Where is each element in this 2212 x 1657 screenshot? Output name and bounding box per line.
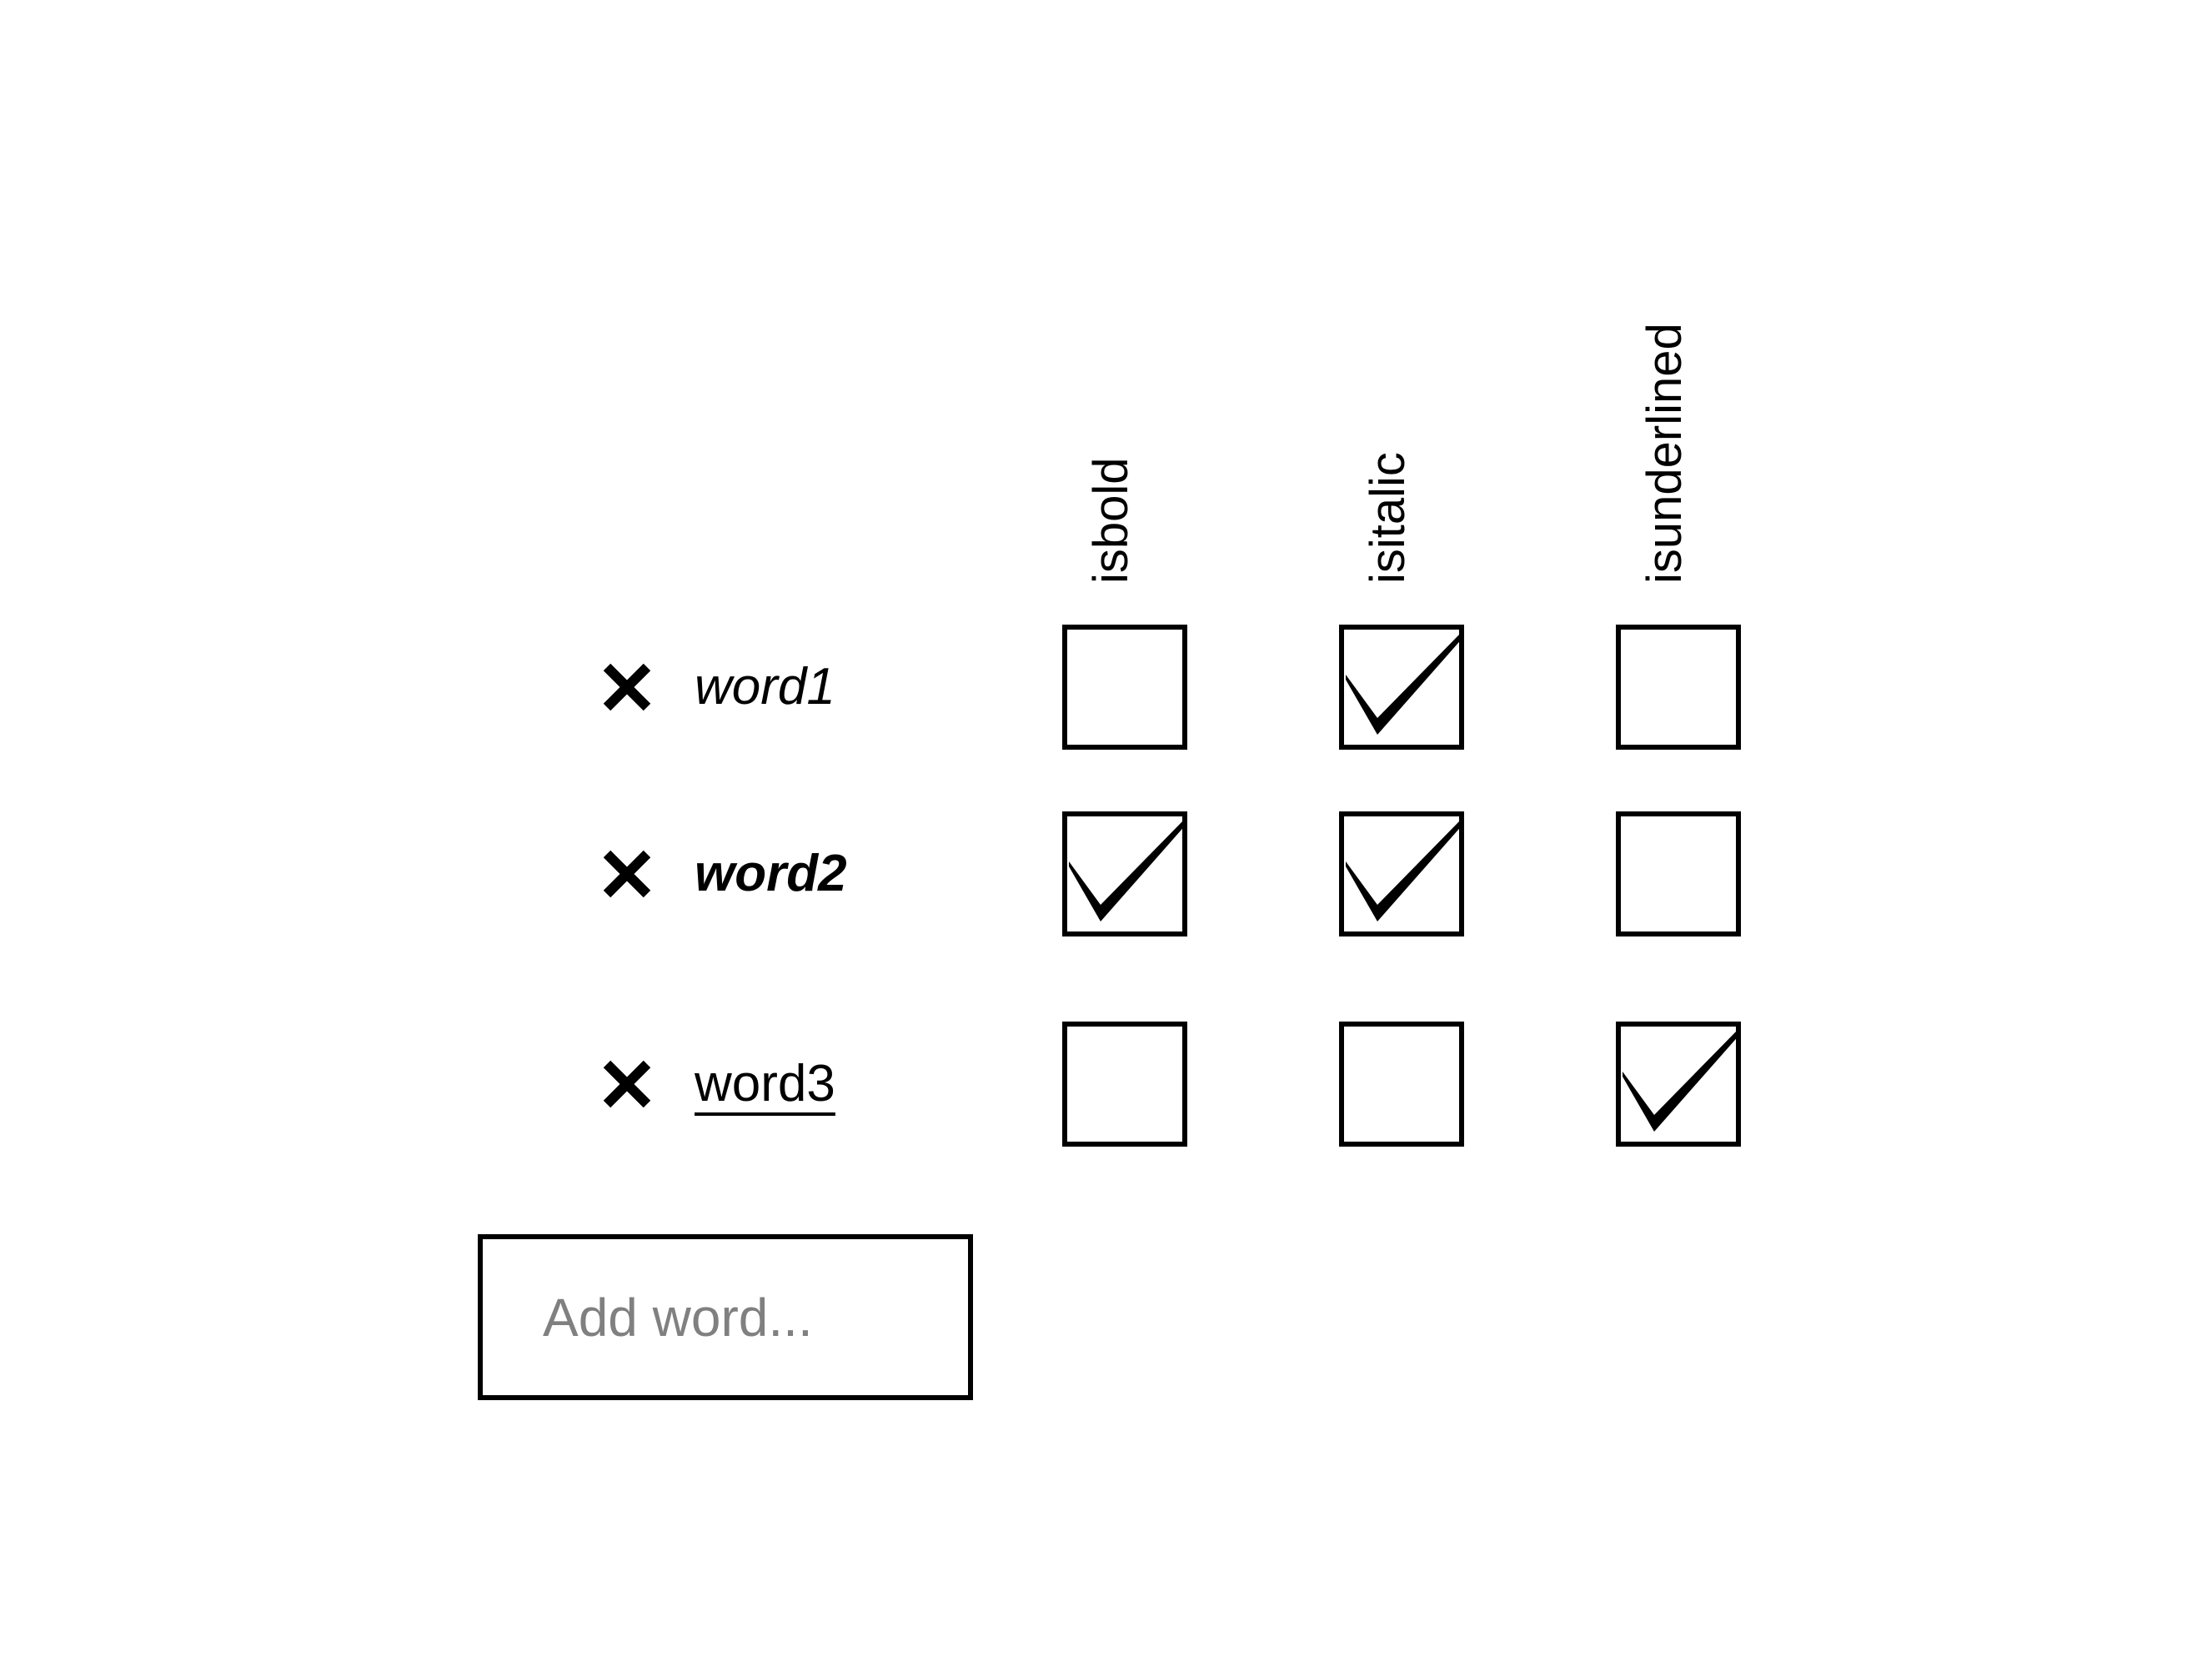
checkbox-isitalic[interactable] <box>1339 625 1464 750</box>
close-icon[interactable] <box>600 1057 654 1111</box>
checkbox-isunderlined[interactable] <box>1616 811 1741 936</box>
word-label: word1 <box>695 658 835 716</box>
checkmark-icon <box>1623 1030 1741 1132</box>
checkbox-isunderlined[interactable] <box>1616 625 1741 750</box>
checkbox-isbold[interactable] <box>1062 811 1187 936</box>
close-icon[interactable] <box>600 660 654 714</box>
checkbox-isbold[interactable] <box>1062 1022 1187 1147</box>
checkmark-icon <box>1346 633 1464 735</box>
checkbox-isbold[interactable] <box>1062 625 1187 750</box>
word-label: word3 <box>695 1055 835 1112</box>
column-header-label: isunderlined <box>1638 323 1692 584</box>
word-row: word1 <box>0 620 2212 754</box>
column-header-isunderlined: isunderlined <box>1620 267 1712 584</box>
column-header-label: isbold <box>1084 457 1138 584</box>
checkbox-isitalic[interactable] <box>1339 811 1464 936</box>
close-icon[interactable] <box>600 847 654 901</box>
column-header-isbold: isbold <box>1066 267 1158 584</box>
word-row: word2 <box>0 807 2212 941</box>
add-word-input[interactable] <box>478 1234 973 1400</box>
checkmark-icon <box>1069 820 1187 921</box>
checkbox-isunderlined[interactable] <box>1616 1022 1741 1147</box>
checkmark-icon <box>1346 820 1464 921</box>
word-label: word2 <box>695 845 847 902</box>
checkbox-isitalic[interactable] <box>1339 1022 1464 1147</box>
word-row: word3 <box>0 1017 2212 1151</box>
column-header-isitalic: isitalic <box>1343 267 1435 584</box>
column-header-label: isitalic <box>1361 452 1415 584</box>
